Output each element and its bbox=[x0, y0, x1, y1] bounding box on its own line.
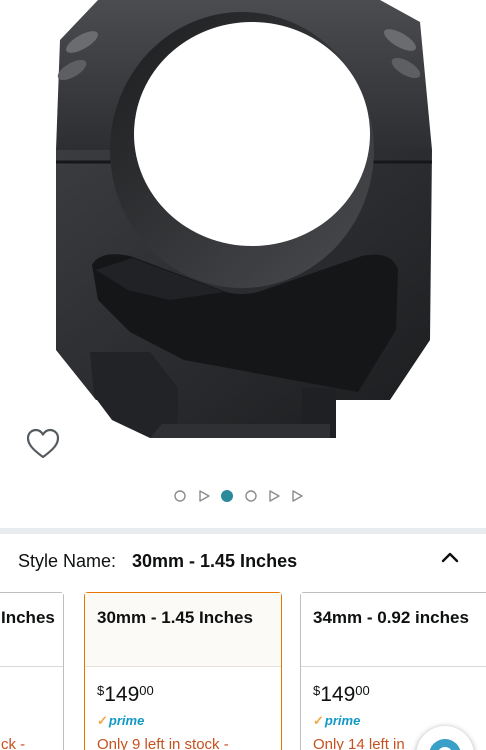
style-name-value: 30mm - 1.45 Inches bbox=[132, 551, 298, 571]
style-option-header: 34mm - 0.92 inches bbox=[301, 593, 486, 667]
stock-status: Only 14 left in bbox=[313, 736, 405, 750]
stock-status: ck - bbox=[1, 736, 26, 750]
style-name-label: Style Name: bbox=[18, 551, 117, 571]
style-option-header: 30mm - 1.45 Inches bbox=[85, 593, 281, 667]
style-option-title: 30mm - 1.45 Inches bbox=[97, 608, 253, 627]
style-option-title: Inches bbox=[1, 608, 55, 627]
carousel-video-icon[interactable] bbox=[267, 489, 281, 503]
style-option-title: 34mm - 0.92 inches bbox=[313, 608, 469, 627]
price-fraction: 00 bbox=[139, 683, 154, 698]
style-name-header[interactable]: Style Name: 30mm - 1.45 Inches bbox=[0, 534, 486, 586]
chevron-up-icon[interactable] bbox=[438, 546, 462, 570]
style-option-card-selected[interactable]: 30mm - 1.45 Inches $14900 ✓prime Only 9 … bbox=[84, 592, 282, 750]
carousel-dot-icon[interactable] bbox=[244, 489, 258, 503]
heart-outline-icon[interactable] bbox=[26, 428, 60, 460]
style-options-carousel[interactable]: Inches ck - 30mm - 1.45 Inches $14900 ✓p… bbox=[0, 592, 486, 750]
carousel-dot-icon[interactable] bbox=[173, 489, 187, 503]
stock-status: Only 9 left in stock - bbox=[97, 736, 229, 750]
price: $14900 bbox=[313, 683, 370, 707]
price-fraction: 00 bbox=[355, 683, 370, 698]
style-option-card[interactable]: 34mm - 0.92 inches $14900 ✓prime Only 14… bbox=[300, 592, 486, 750]
prime-label: prime bbox=[324, 713, 361, 728]
price: $14900 bbox=[97, 683, 154, 707]
prime-check-icon: ✓ bbox=[313, 713, 324, 728]
prime-badge: ✓prime bbox=[97, 713, 144, 729]
prime-check-icon: ✓ bbox=[97, 713, 108, 728]
prime-badge: ✓prime bbox=[313, 713, 360, 729]
price-whole: 149 bbox=[320, 683, 356, 706]
image-carousel-indicator bbox=[0, 486, 486, 506]
carousel-video-icon[interactable] bbox=[290, 489, 304, 503]
style-option-header: Inches bbox=[0, 593, 63, 667]
product-image[interactable] bbox=[0, 0, 486, 528]
search-lens-icon bbox=[429, 739, 461, 750]
prime-label: prime bbox=[108, 713, 145, 728]
price-whole: 149 bbox=[104, 683, 140, 706]
carousel-dot-active-icon[interactable] bbox=[220, 489, 234, 503]
product-image-area[interactable] bbox=[0, 0, 486, 528]
style-option-card[interactable]: Inches ck - bbox=[0, 592, 64, 750]
carousel-video-icon[interactable] bbox=[197, 489, 211, 503]
